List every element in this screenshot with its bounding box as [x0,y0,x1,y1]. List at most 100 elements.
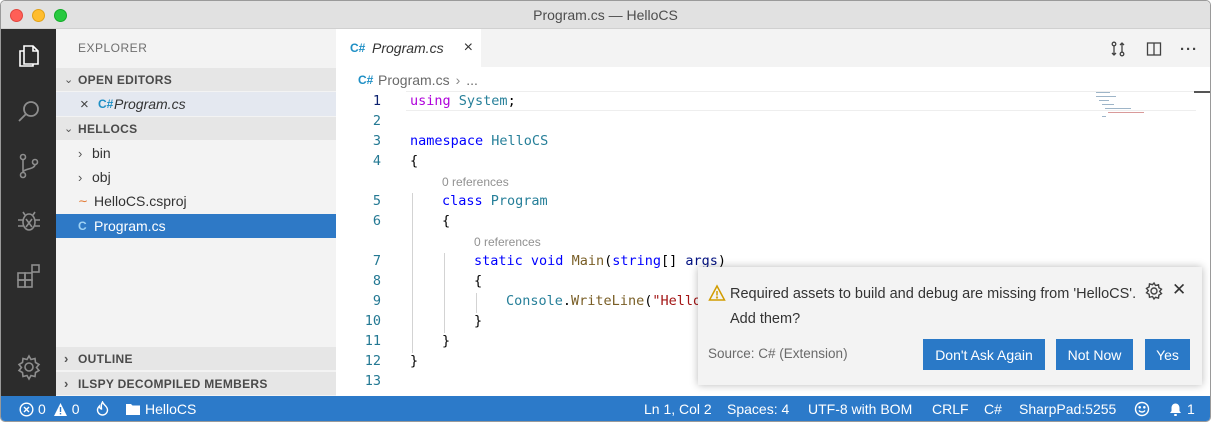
search-icon [17,101,39,122]
flame-icon [96,401,109,416]
notification-message: Required assets to build and debug are m… [730,286,1137,327]
problems-status[interactable]: 0 0 [19,401,80,417]
ellipsis-icon: ··· [1180,40,1198,58]
code-line-11: } [442,333,451,349]
open-changes-button[interactable] [1108,39,1128,59]
tree-item-obj[interactable]: › obj [56,165,336,189]
gear-icon [17,354,40,381]
open-editors-label: OPEN EDITORS [78,72,173,87]
tree-item-label: HelloCS.csproj [94,193,187,209]
line-number: 11 [364,333,381,349]
csharp-file-icon: C [78,219,87,233]
bell-icon [1170,403,1181,416]
csharp-file-icon: C# [358,73,374,87]
yes-button[interactable]: Yes [1145,339,1190,370]
folder-name: HelloCS [145,401,197,417]
more-actions-button[interactable]: ··· [1179,39,1199,59]
tree-item-label: obj [92,169,111,185]
files-icon [18,45,39,67]
warning-icon [708,284,726,301]
window-title: Program.cs — HelloCS [533,7,678,23]
indent-guide [412,193,413,353]
outline-section-header[interactable]: › OUTLINE [56,347,336,370]
rss-icon: ∼ [78,194,89,208]
close-notification-icon[interactable]: ✕ [1172,280,1186,300]
manage-button[interactable] [1,342,56,392]
split-editor-icon [1146,42,1162,56]
notification-source: Source: C# (Extension) [708,346,848,361]
code-lens-references[interactable]: 0 references [442,175,509,189]
line-number: 2 [372,113,381,129]
language-status[interactable]: C# [984,401,1002,417]
breadcrumb-more[interactable]: ... [466,72,478,88]
warning-icon [53,402,67,416]
open-editor-item[interactable]: × C# Program.cs [56,92,336,116]
folder-status[interactable]: HelloCS [125,401,196,417]
open-editors-section-header[interactable]: ⌄ OPEN EDITORS [56,68,336,91]
line-number: 1 [372,93,381,109]
code-line-10: } [474,313,483,329]
close-icon[interactable]: × [80,96,98,113]
warning-count: 0 [71,401,80,417]
dont-ask-again-button[interactable]: Don't Ask Again [923,339,1045,370]
chevron-down-icon: ⌄ [64,74,74,86]
search-button[interactable] [1,87,56,137]
explorer-button[interactable] [1,31,56,81]
flame-status[interactable] [96,401,113,416]
source-control-button[interactable] [1,141,56,191]
tree-item-csproj[interactable]: ∼ HelloCS.csproj [56,189,336,213]
folder-label: HELLOCS [78,121,138,136]
ilspy-section-header[interactable]: › ILSPY DECOMPILED MEMBERS [56,372,336,395]
status-bar: 0 0 HelloCS Ln 1, Col 2 Spaces: 4 UTF-8 … [1,396,1210,421]
code-lens-references[interactable]: 0 references [474,235,541,249]
ilspy-label: ILSPY DECOMPILED MEMBERS [78,376,268,391]
error-icon [19,401,34,417]
indentation-status[interactable]: Spaces: 4 [727,401,789,417]
line-number: 9 [372,293,381,309]
line-number: 3 [372,133,381,149]
minimap[interactable] [1096,91,1156,131]
breadcrumb: C# Program.cs › ... [358,72,478,88]
outline-label: OUTLINE [78,351,133,366]
notifications-status[interactable]: 1 [1168,401,1195,417]
extensions-button[interactable] [1,251,56,301]
sidebar-title: EXPLORER [78,41,148,55]
folder-icon [126,404,140,415]
code-line-5: class Program [442,193,548,209]
tree-item-bin[interactable]: › bin [56,141,336,165]
debug-button[interactable] [1,196,56,246]
title-bar: Program.cs — HelloCS [1,1,1210,29]
tree-item-program-cs[interactable]: C Program.cs [56,214,336,238]
open-editor-label: Program.cs [114,96,186,112]
gear-icon[interactable] [1144,281,1164,301]
notification-count: 1 [1187,401,1195,417]
explorer-sidebar: EXPLORER ⌄ OPEN EDITORS × C# Program.cs … [56,29,336,396]
chevron-right-icon: › [78,169,83,185]
breadcrumb-separator: › [455,72,461,88]
chevron-down-icon: ⌄ [64,123,74,135]
split-editor-button[interactable] [1144,39,1164,59]
code-line-6: { [442,213,451,229]
sharppad-status[interactable]: SharpPad:5255 [1019,401,1116,417]
source-control-icon [19,153,38,179]
eol-status[interactable]: CRLF [932,401,969,417]
code-line-8: { [474,273,483,289]
tab-label: Program.cs [372,40,444,56]
line-number: 10 [364,313,381,329]
encoding-status[interactable]: UTF-8 with BOM [808,401,912,417]
close-tab-icon[interactable]: × [464,39,473,57]
csharp-file-icon: C# [350,41,366,55]
breadcrumb-file[interactable]: Program.cs [378,72,450,88]
line-number: 4 [372,153,381,169]
overview-ruler-cursor [1194,91,1210,93]
tab-program-cs[interactable]: C# Program.cs × [336,29,481,67]
folder-section-header[interactable]: ⌄ HELLOCS [56,117,336,140]
notification-toast: Required assets to build and debug are m… [698,267,1202,385]
not-now-button[interactable]: Not Now [1056,339,1133,370]
feedback-button[interactable] [1134,401,1154,417]
indent-guide [444,253,445,333]
code-line-12: } [410,353,419,369]
code-line-9: Console.WriteLine("Hello [506,293,702,309]
current-line-highlight [406,91,1196,111]
cursor-position[interactable]: Ln 1, Col 2 [644,401,712,417]
